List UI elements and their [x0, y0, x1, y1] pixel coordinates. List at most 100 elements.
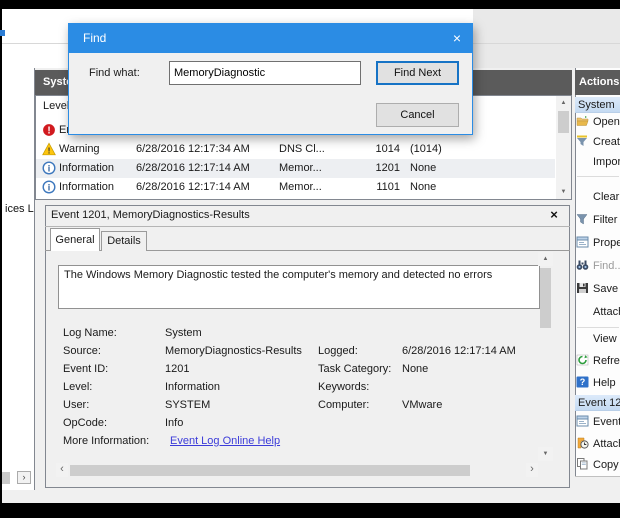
action-find[interactable]: Find... — [576, 258, 620, 274]
action-clear-log[interactable]: Clear Log... — [576, 189, 620, 205]
cell-event-id: 1201 — [352, 162, 400, 174]
task-clock-icon — [576, 437, 589, 449]
tree-item-services-logs[interactable]: ices Lo — [5, 203, 34, 216]
find-next-button[interactable]: Find Next — [376, 61, 459, 85]
event-row-information[interactable]: i Information 6/28/2016 12:17:14 AM Memo… — [36, 178, 555, 197]
action-create-custom-view[interactable]: Create Custom View... — [576, 134, 620, 150]
find-what-input[interactable] — [169, 61, 361, 85]
cell-source: Memor... — [279, 162, 357, 174]
create-filter-icon — [576, 135, 589, 147]
cell-source: Memor... — [279, 181, 357, 193]
action-open-saved-log[interactable]: Open Saved Log... — [576, 114, 620, 130]
events-scroll-up-icon[interactable]: ▲ — [556, 96, 571, 110]
dialog-close-icon[interactable]: × — [442, 24, 472, 53]
field-label: Task Category: — [318, 363, 400, 375]
action-help[interactable]: ?Help — [576, 375, 620, 391]
action-event-properties[interactable]: Event Properties — [576, 414, 620, 430]
screenshot-root: ices Lo › System Level ! Error ! Warning… — [0, 0, 620, 518]
details-pane-title: Event 1201, MemoryDiagnostics-Results — [51, 209, 471, 223]
svg-text:?: ? — [580, 377, 586, 387]
action-view[interactable]: View — [576, 331, 620, 347]
cell-level: Warning — [59, 143, 135, 155]
event-row-information-selected[interactable]: i Information 6/28/2016 12:17:14 AM Memo… — [36, 159, 555, 178]
details-scroll-down-icon[interactable]: ▼ — [538, 447, 553, 461]
details-header-divider — [45, 226, 570, 227]
event-properties-icon — [576, 415, 589, 427]
tab-details[interactable]: Details — [101, 231, 147, 251]
find-dialog-titlebar: Find — [69, 24, 472, 53]
field-label: Event ID: — [63, 363, 163, 375]
action-attach-task-to-event[interactable]: Attach Task To This Event... — [576, 436, 620, 452]
copy-icon — [576, 458, 589, 470]
cell-level: Information — [59, 181, 135, 193]
desktop-strip-bottom — [0, 503, 620, 518]
action-attach-task-to-log[interactable]: Attach a Task To this Log... — [576, 304, 620, 320]
actions-section-system[interactable]: System — [575, 97, 620, 113]
action-refresh[interactable]: Refresh — [576, 353, 620, 369]
details-hscroll-thumb[interactable] — [70, 465, 470, 476]
action-save-all-events[interactable]: Save All Events As... — [576, 281, 620, 297]
error-icon: ! — [42, 123, 56, 137]
events-scroll-down-icon[interactable]: ▼ — [556, 185, 571, 199]
field-value: Info — [165, 417, 183, 429]
details-close-icon[interactable]: × — [546, 207, 562, 223]
find-what-label: Find what: — [89, 67, 164, 83]
field-value: 1201 — [165, 363, 189, 375]
cell-datetime: 6/28/2016 12:17:34 AM — [136, 143, 278, 155]
cell-task-category: (1014) — [410, 143, 480, 155]
svg-text:!: ! — [48, 146, 51, 156]
save-icon — [576, 282, 589, 294]
event-row-warning[interactable]: ! Warning 6/28/2016 12:17:34 AM DNS Cl..… — [36, 140, 555, 159]
actions-separator — [577, 327, 619, 328]
details-hscroll-right-icon[interactable]: › — [526, 463, 538, 477]
action-copy[interactable]: Copy — [576, 457, 620, 473]
field-label: Keywords: — [318, 381, 400, 393]
tree-hscroll-right-button[interactable]: › — [17, 471, 31, 484]
details-scroll-up-icon[interactable]: ▲ — [538, 252, 553, 266]
cell-source: DNS Cl... — [279, 143, 357, 155]
information-icon: i — [42, 161, 56, 175]
actions-separator — [577, 176, 619, 177]
event-message-box[interactable]: The Windows Memory Diagnostic tested the… — [58, 265, 540, 309]
cell-event-id: 1101 — [352, 181, 400, 193]
field-label: More Information: — [63, 435, 168, 447]
information-icon: i — [42, 180, 56, 194]
details-scroll-thumb[interactable] — [540, 268, 551, 328]
cell-event-id: 1014 — [352, 143, 400, 155]
properties-icon — [576, 236, 589, 248]
field-label: Logged: — [318, 345, 400, 357]
field-value: VMware — [402, 399, 442, 411]
tab-general[interactable]: General — [50, 228, 100, 251]
field-value: 6/28/2016 12:17:14 AM — [402, 345, 516, 357]
action-properties[interactable]: Properties — [576, 235, 620, 251]
actions-panel-bottom-border — [575, 476, 620, 477]
field-label: Computer: — [318, 399, 400, 411]
actions-section-event[interactable]: Event 1201, MemoryDiagnostics-Results — [575, 395, 620, 411]
field-label: User: — [63, 399, 163, 411]
field-value: MemoryDiagnostics-Results — [165, 345, 302, 357]
help-icon: ? — [576, 376, 589, 388]
console-tree-panel — [2, 68, 35, 490]
action-import-custom-view[interactable]: Import Custom View... — [576, 154, 620, 170]
field-value: System — [165, 327, 202, 339]
toolbar-icon-fragment — [0, 30, 5, 36]
warning-icon: ! — [42, 142, 56, 156]
details-hscroll-left-icon[interactable]: ‹ — [56, 463, 68, 477]
svg-text:!: ! — [47, 126, 50, 137]
filter-icon — [576, 213, 589, 225]
cancel-button[interactable]: Cancel — [376, 103, 459, 127]
cell-datetime: 6/28/2016 12:17:14 AM — [136, 162, 278, 174]
event-log-online-help-link[interactable]: Event Log Online Help — [170, 435, 280, 447]
field-value: Information — [165, 381, 220, 393]
svg-text:i: i — [48, 183, 51, 193]
events-scroll-thumb[interactable] — [558, 111, 569, 133]
tree-hscroll-thumb[interactable] — [2, 472, 10, 484]
field-value: SYSTEM — [165, 399, 210, 411]
actions-panel-title: Actions — [575, 70, 620, 95]
binoculars-icon — [576, 259, 589, 271]
action-filter-current-log[interactable]: Filter Current Log... — [576, 212, 620, 228]
cell-task-category: None — [410, 162, 480, 174]
field-label: Level: — [63, 381, 163, 393]
desktop-strip-top — [0, 0, 620, 9]
cell-level: Information — [59, 162, 135, 174]
